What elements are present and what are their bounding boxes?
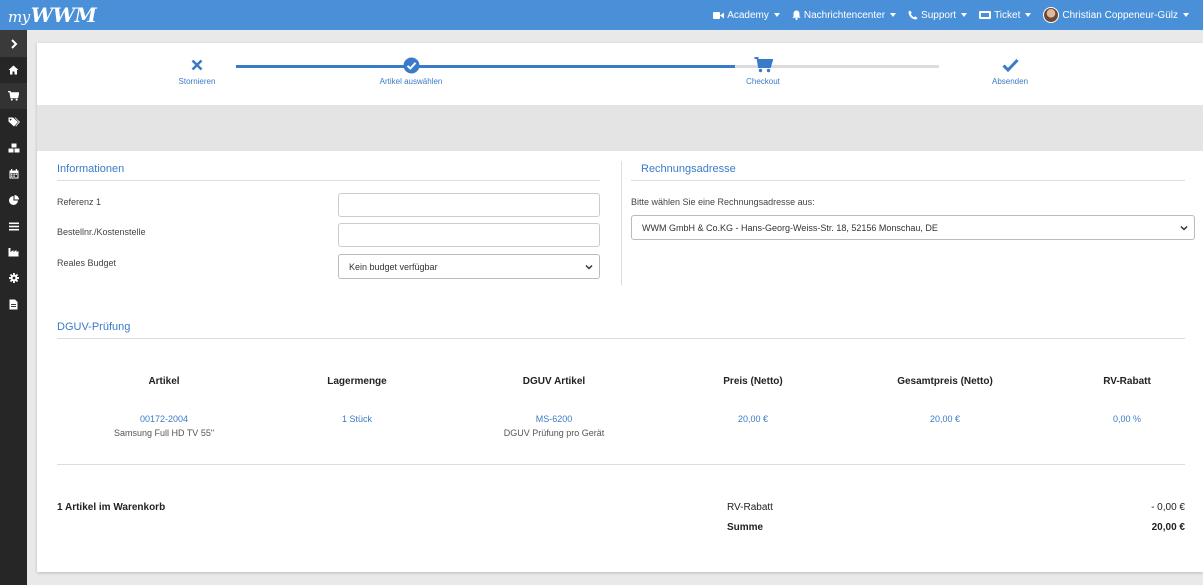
column-header-rv-rabatt: RV-Rabatt xyxy=(1103,376,1151,387)
chevron-down-icon xyxy=(1180,225,1188,231)
bestellnr-label: Bestellnr./Kostenstelle xyxy=(57,227,146,237)
dguv-number-link[interactable]: MS-6200 xyxy=(484,412,624,426)
column-header-dguv-artikel: DGUV Artikel xyxy=(522,376,586,387)
sidebar-item-settings[interactable] xyxy=(0,265,27,291)
app-logo[interactable]: myWWM xyxy=(8,3,97,27)
bell-icon xyxy=(792,10,801,20)
video-camera-icon xyxy=(713,11,725,19)
calendar-icon xyxy=(9,169,18,179)
cell-dguv-artikel: MS-6200 DGUV Prüfung pro Gerät xyxy=(484,412,624,440)
summary-rabatt-label: RV-Rabatt xyxy=(727,502,773,513)
budget-select[interactable]: Kein budget verfügbar xyxy=(338,254,600,279)
step-absenden[interactable]: Absenden xyxy=(955,55,1065,86)
referenz-input[interactable] xyxy=(338,193,600,217)
table-divider xyxy=(57,464,1185,465)
nav-ticket[interactable]: Ticket xyxy=(979,10,1032,21)
sidebar-item-tags[interactable] xyxy=(0,109,27,135)
check-circle-icon xyxy=(403,57,419,73)
list-icon xyxy=(8,222,19,230)
ticket-icon xyxy=(979,11,992,19)
column-header-lagermenge: Lagermenge xyxy=(327,376,387,387)
cart-icon xyxy=(754,57,773,73)
cell-lagermenge: 1 Stück xyxy=(341,414,372,424)
home-icon xyxy=(8,65,19,75)
summary-summe-label: Summe xyxy=(727,522,764,533)
rechnungsadresse-prompt: Bitte wählen Sie eine Rechnungsadresse a… xyxy=(631,197,815,207)
chevron-down-icon xyxy=(585,264,593,270)
caret-down-icon xyxy=(1025,13,1032,17)
caret-down-icon xyxy=(890,13,897,17)
close-icon xyxy=(191,59,203,71)
column-header-gesamtpreis: Gesamtpreis (Netto) xyxy=(897,376,993,387)
artikel-number-link[interactable]: 00172-2004 xyxy=(94,412,234,426)
sidebar-item-documents[interactable] xyxy=(0,291,27,317)
section-title-rechnungsadresse: Rechnungsadresse xyxy=(641,163,736,175)
top-nav: Academy Nachrichtencenter Support Ticket… xyxy=(713,0,1189,30)
nav-user-menu[interactable]: Christian Coppeneur-Gülz xyxy=(1043,7,1189,23)
factory-icon xyxy=(8,248,19,257)
dguv-name: DGUV Prüfung pro Gerät xyxy=(503,428,605,438)
nav-nachrichtencenter[interactable]: Nachrichtencenter xyxy=(792,10,897,21)
sidebar-item-cart[interactable] xyxy=(0,83,27,109)
sidebar xyxy=(0,30,27,585)
avatar xyxy=(1043,7,1060,23)
top-bar: myWWM Academy Nachrichtencenter Support … xyxy=(0,0,1203,30)
section-title-informationen: Informationen xyxy=(57,163,125,175)
cell-rv-rabatt: 0,00 % xyxy=(1112,414,1142,424)
summary-summe-value: 20,00 € xyxy=(1151,522,1185,533)
section-divider xyxy=(57,180,600,181)
bestellnr-input[interactable] xyxy=(338,223,600,247)
column-header-preis: Preis (Netto) xyxy=(723,376,783,387)
referenz-label: Referenz 1 xyxy=(57,197,102,207)
cell-preis: 20,00 € xyxy=(737,414,769,424)
rechnungsadresse-select[interactable]: WWM GmbH & Co.KG - Hans-Georg-Weiss-Str.… xyxy=(631,215,1195,240)
sidebar-item-calendar[interactable] xyxy=(0,161,27,187)
info-banner xyxy=(37,105,1203,151)
cart-count: 1 Artikel im Warenkorb xyxy=(57,502,166,513)
section-divider xyxy=(57,338,1185,339)
check-icon xyxy=(1001,58,1019,72)
nav-academy[interactable]: Academy xyxy=(713,10,780,21)
step-checkout[interactable]: Checkout xyxy=(708,55,818,86)
checkout-stepper: Stornieren Artikel auswählen Checkout Ab… xyxy=(37,43,1203,105)
cell-artikel: 00172-2004 Samsung Full HD TV 55" xyxy=(94,412,234,440)
sidebar-item-industry[interactable] xyxy=(0,239,27,265)
chevron-right-icon xyxy=(10,38,17,49)
section-title-dguv: DGUV-Prüfung xyxy=(57,321,131,333)
artikel-name: Samsung Full HD TV 55" xyxy=(113,428,215,438)
column-header-artikel: Artikel xyxy=(148,376,180,387)
step-stornieren[interactable]: Stornieren xyxy=(142,55,252,86)
cart-icon xyxy=(8,91,19,101)
column-divider xyxy=(621,161,622,285)
stepper-progress xyxy=(236,65,735,68)
caret-down-icon xyxy=(961,13,968,17)
summary-rabatt-value: - 0,00 € xyxy=(1151,502,1185,513)
nav-support[interactable]: Support xyxy=(908,10,968,21)
phone-icon xyxy=(908,10,918,20)
pie-chart-icon xyxy=(8,195,19,205)
section-divider xyxy=(631,180,1185,181)
sidebar-toggle[interactable] xyxy=(0,30,27,57)
sidebar-item-home[interactable] xyxy=(0,57,27,83)
tags-icon xyxy=(8,117,20,127)
step-artikel-auswaehlen[interactable]: Artikel auswählen xyxy=(356,55,466,86)
sidebar-item-warehouse[interactable] xyxy=(0,135,27,161)
budget-label: Reales Budget xyxy=(57,258,117,268)
sidebar-item-list[interactable] xyxy=(0,213,27,239)
checkout-card: Stornieren Artikel auswählen Checkout Ab… xyxy=(37,43,1203,572)
cell-gesamtpreis: 20,00 € xyxy=(929,414,961,424)
boxes-icon xyxy=(8,143,19,153)
caret-down-icon xyxy=(1183,13,1189,17)
gear-icon xyxy=(8,273,19,283)
caret-down-icon xyxy=(773,13,780,17)
document-icon xyxy=(9,299,18,309)
sidebar-item-reports[interactable] xyxy=(0,187,27,213)
